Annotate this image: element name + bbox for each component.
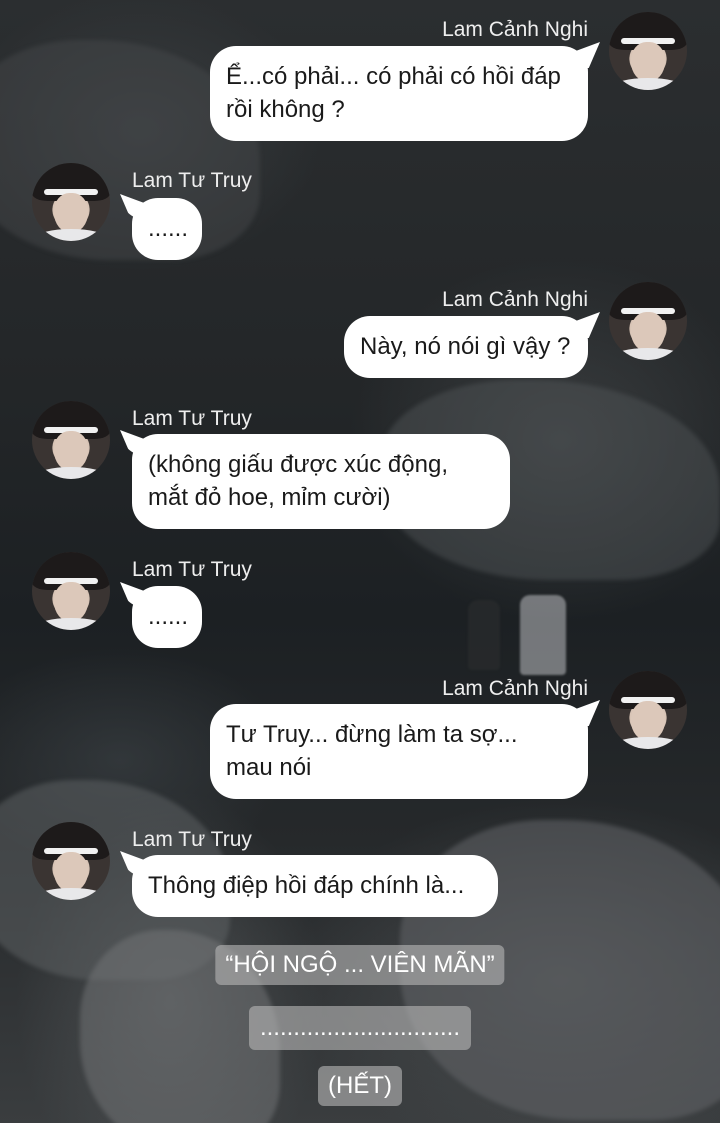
sender-name: Lam Cảnh Nghi bbox=[442, 18, 588, 41]
avatar[interactable] bbox=[609, 671, 687, 749]
sender-name: Lam Tư Truy bbox=[132, 407, 252, 430]
avatar[interactable] bbox=[32, 163, 110, 241]
message-bubble[interactable]: Ể...có phải... có phải có hồi đáp rồi kh… bbox=[210, 46, 588, 141]
avatar[interactable] bbox=[32, 552, 110, 630]
message-bubble[interactable]: ...... bbox=[132, 586, 202, 648]
avatar[interactable] bbox=[609, 12, 687, 90]
sender-name: Lam Tư Truy bbox=[132, 169, 252, 192]
sender-name: Lam Tư Truy bbox=[132, 828, 252, 851]
message-bubble[interactable]: Này, nó nói gì vậy ? bbox=[344, 316, 588, 378]
sender-name: Lam Cảnh Nghi bbox=[442, 288, 588, 311]
avatar[interactable] bbox=[32, 822, 110, 900]
sender-name: Lam Cảnh Nghi bbox=[442, 677, 588, 700]
message-bubble[interactable]: (không giấu được xúc động, mắt đỏ hoe, m… bbox=[132, 434, 510, 529]
message-bubble[interactable]: Thông điệp hồi đáp chính là... bbox=[132, 855, 498, 917]
note-title: “HỘI NGỘ ... VIÊN MÃN” bbox=[215, 945, 505, 985]
avatar[interactable] bbox=[32, 401, 110, 479]
message-bubble[interactable]: Tư Truy... đừng làm ta sợ... mau nói bbox=[210, 704, 588, 799]
note-end: (HẾT) bbox=[318, 1066, 402, 1106]
sender-name: Lam Tư Truy bbox=[132, 558, 252, 581]
note-dots: .............................. bbox=[249, 1006, 471, 1050]
avatar[interactable] bbox=[609, 282, 687, 360]
message-bubble[interactable]: ...... bbox=[132, 198, 202, 260]
